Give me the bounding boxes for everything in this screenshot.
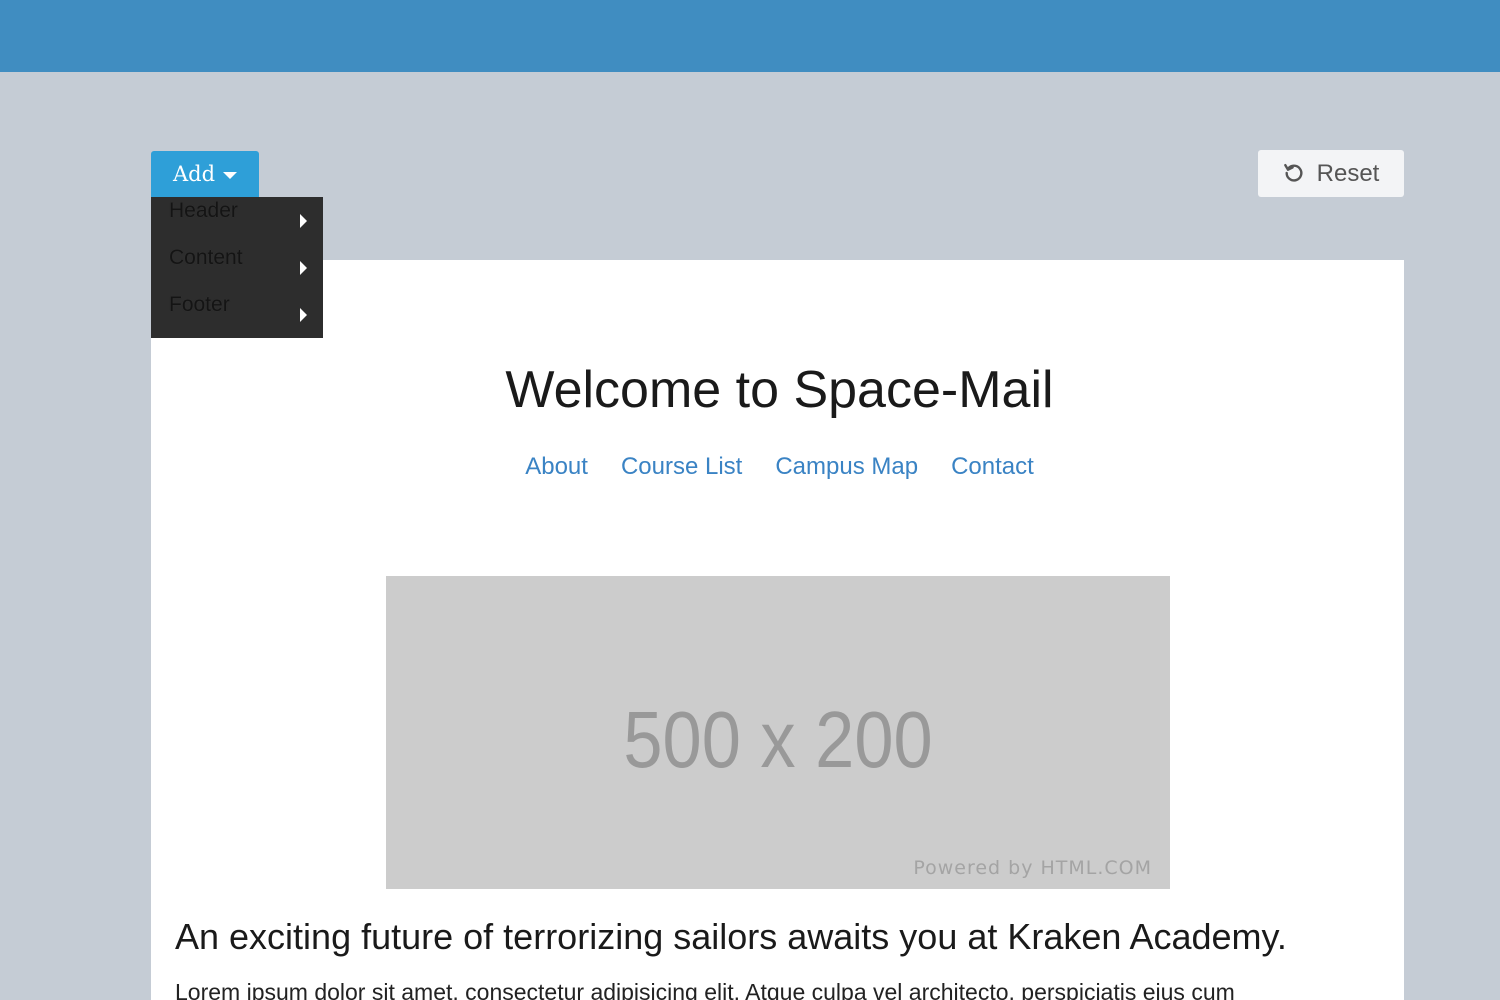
top-bar [0,0,1500,72]
menu-item-content[interactable]: Content [151,244,323,291]
add-dropdown-menu: Header Content Footer [151,197,323,338]
caret-right-icon [300,308,307,322]
page-canvas: Welcome to Space-Mail About Course List … [151,260,1404,1000]
caret-right-icon [300,261,307,275]
menu-item-label: Header [169,199,238,222]
reset-button[interactable]: Reset [1258,150,1404,197]
nav-link-campus-map[interactable]: Campus Map [775,453,918,481]
nav-link-contact[interactable]: Contact [951,453,1034,481]
body-paragraph: Lorem ipsum dolor sit amet, consectetur … [175,979,1235,1000]
placeholder-credit: Powered by HTML.COM [913,857,1152,879]
nav-link-course-list[interactable]: Course List [621,453,742,481]
section-heading: An exciting future of terrorizing sailor… [175,916,1287,957]
menu-item-header[interactable]: Header [151,197,323,244]
menu-item-footer[interactable]: Footer [151,291,323,338]
add-button-label: Add [172,162,216,186]
site-nav: About Course List Campus Map Contact [153,453,1404,481]
caret-down-icon [223,171,238,179]
placeholder-dimensions: 500 x 200 [623,695,933,784]
reset-button-label: Reset [1316,159,1380,187]
menu-item-label: Content [169,246,243,269]
add-dropdown-button[interactable]: Add [151,151,259,197]
nav-link-about[interactable]: About [525,453,588,481]
undo-icon [1283,163,1303,182]
menu-item-label: Footer [169,293,230,316]
image-placeholder: 500 x 200 Powered by HTML.COM [386,576,1170,889]
caret-right-icon [300,214,307,228]
page-title: Welcome to Space-Mail [505,361,1054,419]
